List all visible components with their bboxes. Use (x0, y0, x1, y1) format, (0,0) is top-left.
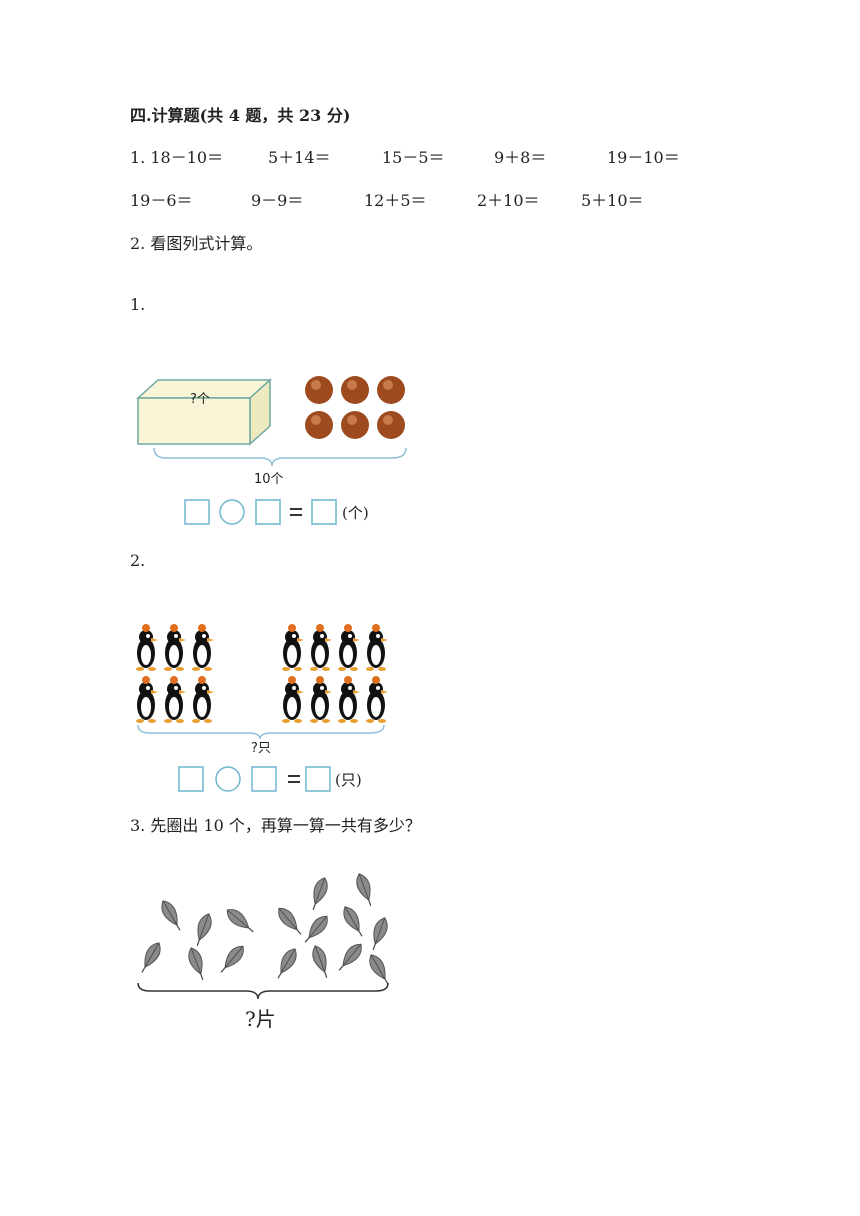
penguin-icon (366, 676, 388, 723)
penguin-icon (164, 624, 186, 671)
answer-box[interactable] (178, 766, 204, 792)
penguin-icon (310, 676, 332, 723)
chestnut-icon (341, 376, 369, 404)
leaf-icon (226, 909, 254, 933)
q1-expr-3: 15－5＝ (382, 148, 445, 167)
penguin-icon (366, 624, 388, 671)
penguin-icon (282, 676, 304, 723)
q2-sub1-label: 1. (130, 295, 146, 314)
leaf-icon (196, 913, 212, 946)
equals-sign-bottom (288, 781, 300, 783)
leaf-icon (369, 954, 389, 985)
q1-expr-1: 1. 18－10＝ (130, 148, 224, 167)
unit-label-1: (个) (342, 504, 369, 522)
answer-box[interactable] (184, 499, 210, 525)
leaf-icon (304, 915, 328, 943)
leaf-icon (343, 906, 363, 937)
equals-sign-top (288, 775, 300, 777)
answer-row-2: (只) (178, 766, 378, 794)
q1-expr-2: 5＋14＝ (268, 148, 331, 167)
leaf-icon (220, 945, 244, 973)
q2-sub2-label: 2. (130, 551, 146, 570)
equals-sign-top (290, 508, 302, 510)
brace-3 (137, 982, 389, 1000)
operator-circle[interactable] (219, 499, 245, 525)
penguin-icon (164, 676, 186, 723)
leaf-icon (188, 947, 204, 980)
q1-expr-6: 19－6＝ (130, 191, 193, 210)
figure-leaves: ?片 (130, 873, 400, 1035)
penguin-icon (282, 624, 304, 671)
leaf-icon (356, 873, 372, 906)
chestnut-icon (341, 411, 369, 439)
leaf-icon (161, 900, 181, 931)
leaf-icon (277, 948, 297, 979)
leaf-icon (312, 877, 328, 910)
chestnut-group (305, 376, 405, 439)
operator-circle[interactable] (215, 766, 241, 792)
q1-expr-4: 9＋8＝ (494, 148, 547, 167)
penguin-icon (136, 624, 158, 671)
unit-label-2: (只) (335, 771, 362, 789)
penguin-icon (192, 624, 214, 671)
figure-penguins: ?只 (130, 624, 400, 756)
leaf-icon (372, 917, 388, 950)
leaf-icon (278, 907, 302, 935)
q1-expr-7: 9－9＝ (251, 191, 304, 210)
answer-box[interactable] (255, 499, 281, 525)
section-title: 四.计算题(共 4 题，共 23 分) (130, 106, 351, 125)
answer-box[interactable] (251, 766, 277, 792)
penguin-icon (338, 676, 360, 723)
answer-box[interactable] (305, 766, 331, 792)
brace-1 (153, 447, 407, 467)
penguin-icon (136, 676, 158, 723)
q1-expr-5: 19－10＝ (607, 148, 680, 167)
q1-expr-10: 5＋10＝ (581, 191, 644, 210)
penguin-drawing (136, 624, 388, 740)
penguin-icon (338, 624, 360, 671)
q1-expr-9: 2＋10＝ (477, 191, 540, 210)
chestnut-icon (377, 376, 405, 404)
penguin-icon (310, 624, 332, 671)
equals-sign-bottom (290, 514, 302, 516)
penguin-icon (192, 676, 214, 723)
total-label-1: 10个 (254, 472, 284, 487)
leaf-icon (141, 942, 161, 973)
leaf-icon (338, 943, 362, 971)
answer-box[interactable] (311, 499, 337, 525)
chestnut-icon (305, 411, 333, 439)
q3-instruction: 3. 先圈出 10 个，再算一算一共有多少？ (130, 816, 421, 835)
q1-expr-8: 12＋5＝ (364, 191, 427, 210)
chestnut-icon (305, 376, 333, 404)
answer-row-1: (个) (184, 499, 384, 527)
box-label: ?个 (190, 392, 210, 407)
total-label-2: ?只 (251, 741, 271, 756)
total-label-3: ?片 (245, 1007, 276, 1031)
q2-instruction: 2. 看图列式计算。 (130, 234, 263, 253)
chestnut-icon (377, 411, 405, 439)
leaf-icon (312, 945, 328, 978)
